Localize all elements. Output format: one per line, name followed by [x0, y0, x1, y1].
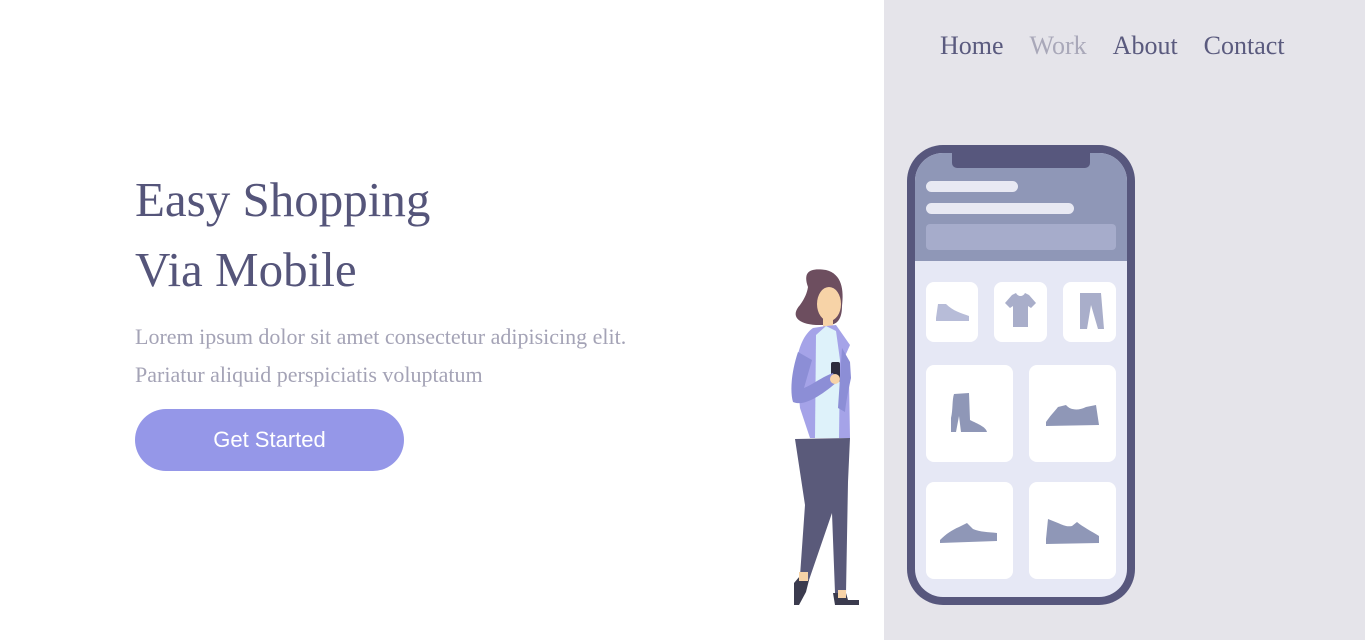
hero-title-line-1: Easy Shopping: [135, 172, 431, 227]
shopping-illustration: [791, 145, 1135, 605]
get-started-button[interactable]: Get Started: [135, 409, 404, 471]
phone-illustration: [907, 145, 1135, 605]
woman-figure: [791, 269, 859, 605]
hero-title-line-2: Via Mobile: [135, 242, 357, 297]
nav-home-link[interactable]: Home: [940, 30, 1004, 62]
nav-work-link[interactable]: Work: [1030, 30, 1087, 62]
hero-title: Easy Shopping Via Mobile: [135, 165, 430, 305]
main-nav: Home Work About Contact: [940, 30, 1285, 62]
nav-contact-link[interactable]: Contact: [1204, 30, 1285, 62]
nav-about-link[interactable]: About: [1113, 30, 1178, 62]
hero-description: Lorem ipsum dolor sit amet consectetur a…: [135, 324, 627, 387]
